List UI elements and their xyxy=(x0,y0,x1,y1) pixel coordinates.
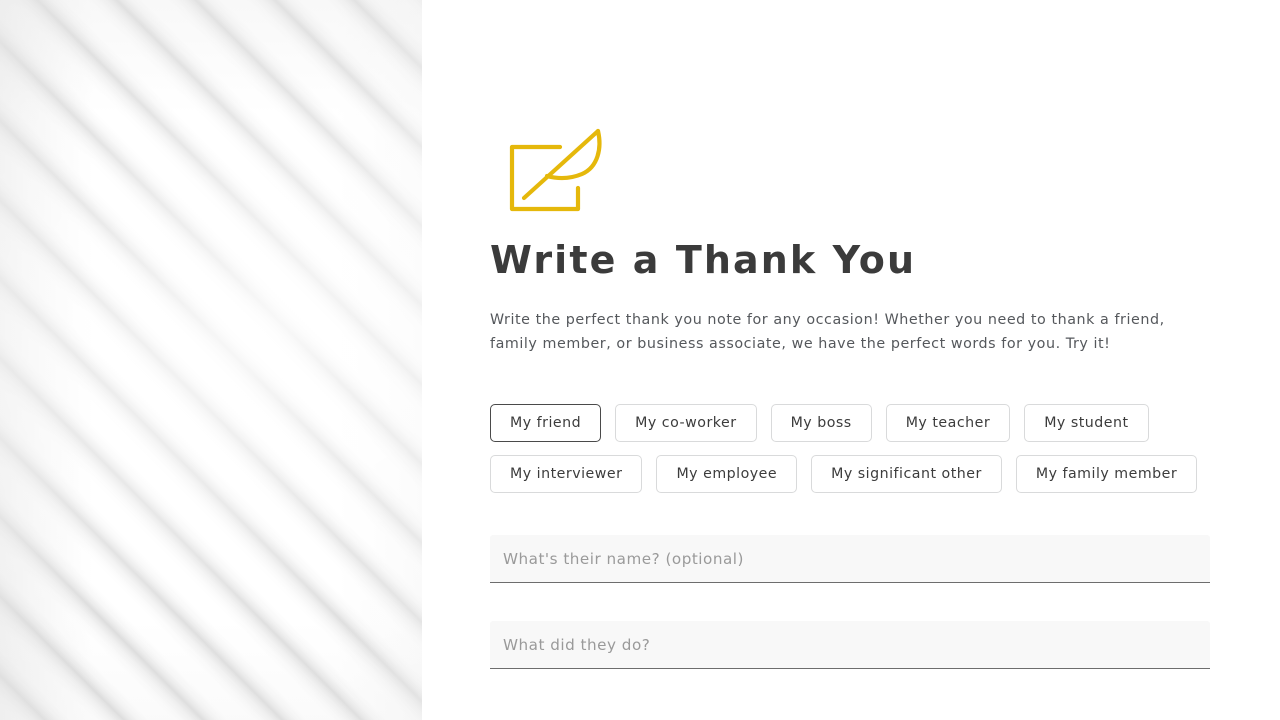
diagonal-stripe-texture xyxy=(0,0,422,720)
field-spacer xyxy=(490,583,1210,601)
recipient-option-my-family-member[interactable]: My family member xyxy=(1015,455,1198,494)
recipient-option-my-teacher[interactable]: My teacher xyxy=(885,404,1011,443)
hero-decorative-panel xyxy=(0,0,422,720)
recipient-option-my-significant-other[interactable]: My significant other xyxy=(811,455,1002,494)
recipient-option-my-boss[interactable]: My boss xyxy=(770,404,872,443)
main-content: Write a Thank You Write the perfect than… xyxy=(422,0,1280,720)
recipient-option-group: My friend My co-worker My boss My teache… xyxy=(490,404,1210,494)
recipient-option-row-1: My friend My co-worker My boss My teache… xyxy=(490,404,1210,443)
recipient-option-my-student[interactable]: My student xyxy=(1024,404,1149,443)
app-page: Write a Thank You Write the perfect than… xyxy=(0,0,1280,720)
recipient-name-input[interactable] xyxy=(490,535,1210,584)
what-they-did-input[interactable] xyxy=(490,621,1210,670)
page-title: Write a Thank You xyxy=(490,238,917,282)
write-note-quill-icon xyxy=(509,128,602,212)
recipient-option-row-2: My interviewer My employee My significan… xyxy=(490,455,1210,494)
recipient-option-my-co-worker[interactable]: My co-worker xyxy=(615,404,757,443)
page-description: Write the perfect thank you note for any… xyxy=(490,312,1165,353)
recipient-option-my-interviewer[interactable]: My interviewer xyxy=(490,455,643,494)
recipient-option-my-friend[interactable]: My friend xyxy=(490,404,602,443)
recipient-option-my-employee[interactable]: My employee xyxy=(656,455,798,494)
